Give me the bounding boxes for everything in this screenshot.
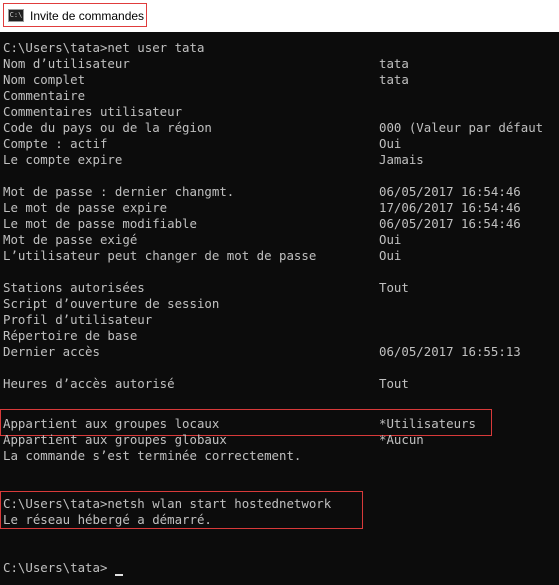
console-line: La commande s’est terminée correctement. — [3, 448, 302, 463]
console-line: Mot de passe exigé — [3, 232, 138, 247]
console-prompt[interactable]: C:\Users\tata> — [3, 560, 107, 576]
console-line: L’utilisateur peut changer de mot de pas… — [3, 248, 317, 263]
console-value: 17/06/2017 16:54:46 — [379, 200, 521, 215]
console-line: Code du pays ou de la région — [3, 120, 212, 135]
console-value: *Utilisateurs — [379, 416, 476, 431]
console-line: Le compte expire — [3, 152, 123, 167]
console-line: Le mot de passe modifiable — [3, 216, 197, 231]
console-line: Le réseau hébergé a démarré. — [3, 512, 212, 527]
console-line: Stations autorisées — [3, 280, 145, 295]
console-value: tata — [379, 56, 409, 71]
console-value: Tout — [379, 280, 409, 295]
console-line: Compte : actif — [3, 136, 108, 151]
console-line: C:\Users\tata>netsh wlan start hostednet… — [3, 496, 332, 511]
console-line: Appartient aux groupes globaux — [3, 432, 227, 447]
cmd-icon: C:\ — [8, 9, 24, 22]
console-line: C:\Users\tata>net user tata — [3, 40, 205, 55]
window-title: Invite de commandes — [30, 9, 145, 23]
console-line: Script d’ouverture de session — [3, 296, 220, 311]
console-value: 06/05/2017 16:54:46 — [379, 184, 521, 199]
console-line: Dernier accès — [3, 344, 100, 359]
console-value: *Aucun — [379, 432, 424, 447]
console-line: Commentaire — [3, 88, 86, 103]
console-value: Oui — [379, 248, 402, 263]
console-value: Jamais — [379, 152, 424, 167]
console-line: Nom d’utilisateur — [3, 56, 130, 71]
console-line: Commentaires utilisateur — [3, 104, 183, 119]
title-bar[interactable]: C:\ Invite de commandes — [0, 0, 559, 32]
console-value: tata — [379, 72, 409, 87]
console-output[interactable]: C:\Users\tata>net user tata Nom d’utilis… — [0, 32, 559, 585]
console-value: 000 (Valeur par défaut — [379, 120, 544, 135]
console-value: 06/05/2017 16:55:13 — [379, 344, 521, 359]
text-cursor — [115, 574, 123, 576]
console-line: Heures d’accès autorisé — [3, 376, 175, 391]
console-line: Profil d’utilisateur — [3, 312, 153, 327]
console-value: Oui — [379, 232, 402, 247]
console-line: Appartient aux groupes locaux — [3, 416, 220, 431]
console-line: Mot de passe : dernier changmt. — [3, 184, 235, 199]
console-line: Répertoire de base — [3, 328, 138, 343]
console-value: Tout — [379, 376, 409, 391]
console-line: Nom complet — [3, 72, 86, 87]
console-line: Le mot de passe expire — [3, 200, 168, 215]
console-value: Oui — [379, 136, 402, 151]
console-value: 06/05/2017 16:54:46 — [379, 216, 521, 231]
